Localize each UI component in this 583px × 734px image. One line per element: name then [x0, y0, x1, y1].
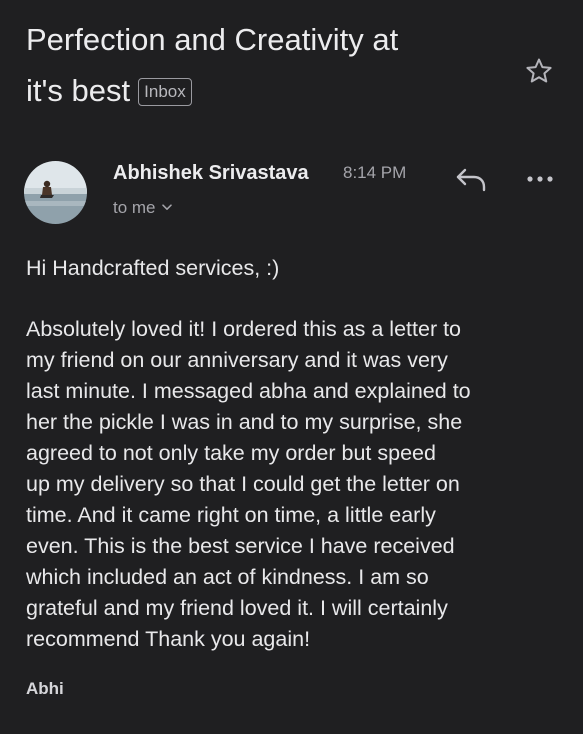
recipient-details-toggle[interactable]: to me — [113, 197, 172, 219]
body-line: which included an act of kindness. I am … — [26, 565, 429, 589]
body-line: my friend on our anniversary and it was … — [26, 348, 448, 372]
chevron-down-icon — [161, 204, 172, 210]
sender-name[interactable]: Abhishek Srivastava — [113, 160, 309, 186]
subject-line-2: it's best — [26, 73, 131, 108]
email-body: Absolutely loved it! I ordered this as a… — [26, 314, 571, 655]
body-line: grateful and my friend loved it. I will … — [26, 596, 448, 620]
more-horizontal-icon[interactable] — [525, 174, 555, 184]
star-icon[interactable] — [524, 56, 554, 86]
body-line: agreed to not only take my order but spe… — [26, 441, 436, 465]
avatar-photo — [24, 161, 87, 224]
email-greeting: Hi Handcrafted services, :) — [26, 256, 280, 280]
email-time: 8:14 PM — [343, 163, 407, 182]
avatar[interactable] — [24, 161, 87, 224]
subject-line-1: Perfection and Creativity at — [26, 22, 399, 57]
inbox-label-badge[interactable]: Inbox — [138, 78, 192, 106]
body-line: up my delivery so that I could get the l… — [26, 472, 460, 496]
body-line: recommend Thank you again! — [26, 627, 311, 651]
body-line: even. This is the best service I have re… — [26, 534, 455, 558]
body-line: her the pickle I was in and to my surpri… — [26, 410, 463, 434]
body-line: time. And it came right on time, a littl… — [26, 503, 436, 527]
recipient-label: to me — [113, 198, 156, 217]
body-line: last minute. I messaged abha and explain… — [26, 379, 471, 403]
body-line: Absolutely loved it! I ordered this as a… — [26, 317, 462, 341]
email-signature: Abhi — [26, 679, 64, 698]
email-subject: Perfection and Creativity at it's best In… — [26, 14, 496, 116]
reply-icon[interactable] — [454, 164, 488, 194]
